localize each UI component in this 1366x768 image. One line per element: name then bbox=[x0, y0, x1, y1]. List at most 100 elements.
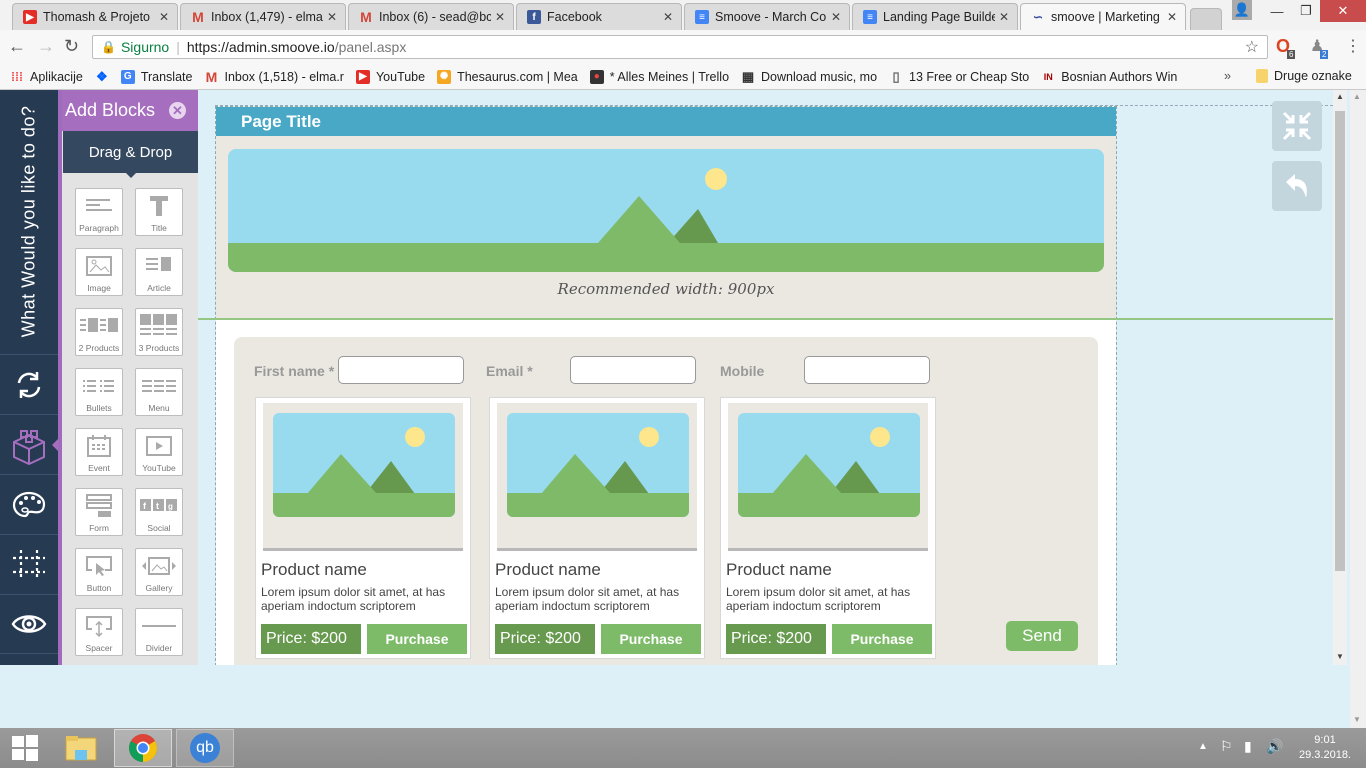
bookmark-youtube[interactable]: ▶ YouTube bbox=[355, 69, 425, 84]
tab-close-icon[interactable]: ✕ bbox=[999, 10, 1009, 24]
user-profile-icon[interactable]: 👤 bbox=[1232, 0, 1252, 20]
product-image bbox=[728, 403, 928, 551]
page-icon: ▯ bbox=[892, 68, 900, 84]
scroll-down-arrow[interactable]: ▼ bbox=[1336, 652, 1344, 661]
block-menu[interactable]: Menu bbox=[135, 368, 183, 416]
chrome-menu-icon[interactable]: ⋮ bbox=[1345, 36, 1361, 56]
block-2-products[interactable]: 2 Products bbox=[75, 308, 123, 356]
new-tab-button[interactable] bbox=[1190, 8, 1222, 30]
email-input[interactable] bbox=[570, 356, 696, 384]
block-form[interactable]: Form bbox=[75, 488, 123, 536]
browser-tab[interactable]: M Inbox (1,479) - elma ✕ bbox=[180, 3, 346, 30]
minimize-button[interactable]: — bbox=[1262, 0, 1292, 22]
scroll-up-arrow[interactable]: ▲ bbox=[1336, 92, 1344, 101]
taskbar-qbittorrent[interactable]: qb bbox=[176, 729, 234, 767]
nav-item-spacing[interactable] bbox=[0, 534, 58, 594]
action-center-flag-icon[interactable]: ⚐ bbox=[1220, 738, 1233, 755]
block-article[interactable]: Article bbox=[135, 248, 183, 296]
scrollbar-thumb[interactable] bbox=[1335, 111, 1345, 571]
mobile-input[interactable] bbox=[804, 356, 930, 384]
other-bookmarks-folder[interactable]: Druge oznake bbox=[1256, 69, 1352, 83]
add-blocks-header: Add Blocks ✕ bbox=[58, 90, 198, 131]
tab-close-icon[interactable]: ✕ bbox=[327, 10, 337, 24]
bookmark-trello[interactable]: ● * Alles Meines | Trello bbox=[589, 69, 729, 84]
start-button[interactable] bbox=[0, 729, 50, 767]
block-title[interactable]: Title bbox=[135, 188, 183, 236]
browser-tab[interactable]: ≡ Smoove - March Co ✕ bbox=[684, 3, 850, 30]
tab-close-icon[interactable]: ✕ bbox=[663, 10, 673, 24]
restore-button[interactable]: ❐ bbox=[1292, 0, 1320, 22]
close-window-button[interactable]: ✕ bbox=[1320, 0, 1366, 22]
gmail-icon: M bbox=[192, 9, 204, 25]
google-translate-icon: G bbox=[120, 69, 135, 84]
block-bullets[interactable]: Bullets bbox=[75, 368, 123, 416]
block-3-products[interactable]: 3 Products bbox=[135, 308, 183, 356]
tab-close-icon[interactable]: ✕ bbox=[159, 10, 169, 24]
bookmark-star-icon[interactable]: ☆ bbox=[1245, 37, 1259, 57]
block-label: Image bbox=[87, 283, 111, 293]
browser-tab[interactable]: M Inbox (6) - sead@bc ✕ bbox=[348, 3, 514, 30]
bookmark-page[interactable]: ▯ 13 Free or Cheap Sto bbox=[889, 68, 1029, 84]
first-name-input[interactable] bbox=[338, 356, 464, 384]
send-button[interactable]: Send bbox=[1006, 621, 1078, 651]
nav-item-blocks[interactable] bbox=[0, 414, 58, 474]
hero-image-placeholder[interactable] bbox=[228, 149, 1104, 272]
form-products-block[interactable]: First name * Email * Mobile Product name… bbox=[216, 320, 1116, 665]
block-social[interactable]: f t g Social bbox=[135, 488, 183, 536]
block-spacer[interactable]: Spacer bbox=[75, 608, 123, 656]
show-hidden-icons[interactable]: ▲ bbox=[1198, 741, 1208, 752]
nav-item-design[interactable] bbox=[0, 474, 58, 534]
browser-tab[interactable]: ▶ Thomash & Projeto ✕ bbox=[12, 3, 178, 30]
close-panel-icon[interactable]: ✕ bbox=[169, 102, 186, 119]
scroll-up-arrow[interactable]: ▲ bbox=[1353, 92, 1361, 101]
block-button[interactable]: Button bbox=[75, 548, 123, 596]
purchase-button[interactable]: Purchase bbox=[367, 624, 467, 654]
page-title[interactable]: Page Title bbox=[241, 112, 321, 132]
block-gallery[interactable]: Gallery bbox=[135, 548, 183, 596]
browser-tab[interactable]: ≡ Landing Page Builde ✕ bbox=[852, 3, 1018, 30]
nav-item-preview[interactable] bbox=[0, 594, 58, 654]
tab-close-icon[interactable]: ✕ bbox=[495, 10, 505, 24]
back-button[interactable]: ← bbox=[8, 36, 26, 57]
page-scrollbar[interactable]: ▲ ▼ bbox=[1350, 90, 1366, 728]
tab-close-icon[interactable]: ✕ bbox=[831, 10, 841, 24]
tab-close-icon[interactable]: ✕ bbox=[1167, 10, 1177, 24]
canvas-scrollbar[interactable]: ▲ ▼ bbox=[1333, 90, 1347, 665]
reload-button[interactable]: ↻ bbox=[64, 36, 79, 57]
address-bar[interactable]: 🔒 Sigurno | https://admin.smoove.io/pane… bbox=[92, 35, 1268, 59]
browser-tab[interactable]: f Facebook ✕ bbox=[516, 3, 682, 30]
block-event[interactable]: Event bbox=[75, 428, 123, 476]
purchase-button[interactable]: Purchase bbox=[832, 624, 932, 654]
system-clock[interactable]: 9:01 29.3.2018. bbox=[1290, 733, 1360, 763]
nav-item-sync[interactable] bbox=[0, 354, 58, 414]
image-icon bbox=[86, 249, 112, 283]
block-divider[interactable]: Divider bbox=[135, 608, 183, 656]
bookmark-insa[interactable]: IN Bosnian Authors Win bbox=[1041, 70, 1178, 84]
purchase-button[interactable]: Purchase bbox=[601, 624, 701, 654]
bookmark-download[interactable]: ▦ Download music, mo bbox=[741, 69, 877, 84]
browser-tab-active[interactable]: ∽ smoove | Marketing ✕ bbox=[1020, 3, 1186, 30]
forward-button[interactable]: → bbox=[37, 36, 55, 57]
browser-tab-strip: ▶ Thomash & Projeto ✕ M Inbox (1,479) - … bbox=[0, 0, 1366, 30]
bookmarks-overflow-button[interactable]: » bbox=[1224, 69, 1231, 83]
tab-drag-drop[interactable]: Drag & Drop bbox=[63, 131, 198, 173]
bookmark-thesaurus[interactable]: ✺ Thesaurus.com | Mea bbox=[437, 69, 578, 84]
bookmark-apps[interactable]: ⁞⁞⁞ Aplikacije bbox=[10, 70, 83, 84]
block-youtube[interactable]: YouTube bbox=[135, 428, 183, 476]
block-image[interactable]: Image bbox=[75, 248, 123, 296]
taskbar-file-explorer[interactable] bbox=[52, 729, 110, 767]
undo-button[interactable] bbox=[1272, 161, 1322, 211]
collapse-button[interactable] bbox=[1272, 101, 1322, 151]
battery-icon[interactable]: ▮ bbox=[1244, 738, 1252, 755]
hero-image-block[interactable]: Recommended width: 900px bbox=[216, 136, 1116, 318]
bookmark-dropbox[interactable]: ❖ bbox=[95, 69, 115, 84]
scroll-down-arrow[interactable]: ▼ bbox=[1353, 715, 1361, 724]
block-paragraph[interactable]: Paragraph bbox=[75, 188, 123, 236]
folder-icon bbox=[1256, 69, 1268, 83]
volume-icon[interactable]: 🔊 bbox=[1266, 738, 1283, 755]
page-title-block[interactable]: Page Title bbox=[216, 107, 1116, 136]
product-name: Product name bbox=[726, 560, 832, 579]
taskbar-chrome[interactable] bbox=[114, 729, 172, 767]
bookmark-translate[interactable]: G Translate bbox=[120, 69, 192, 84]
bookmark-inbox[interactable]: M Inbox (1,518) - elma.r bbox=[204, 69, 344, 85]
